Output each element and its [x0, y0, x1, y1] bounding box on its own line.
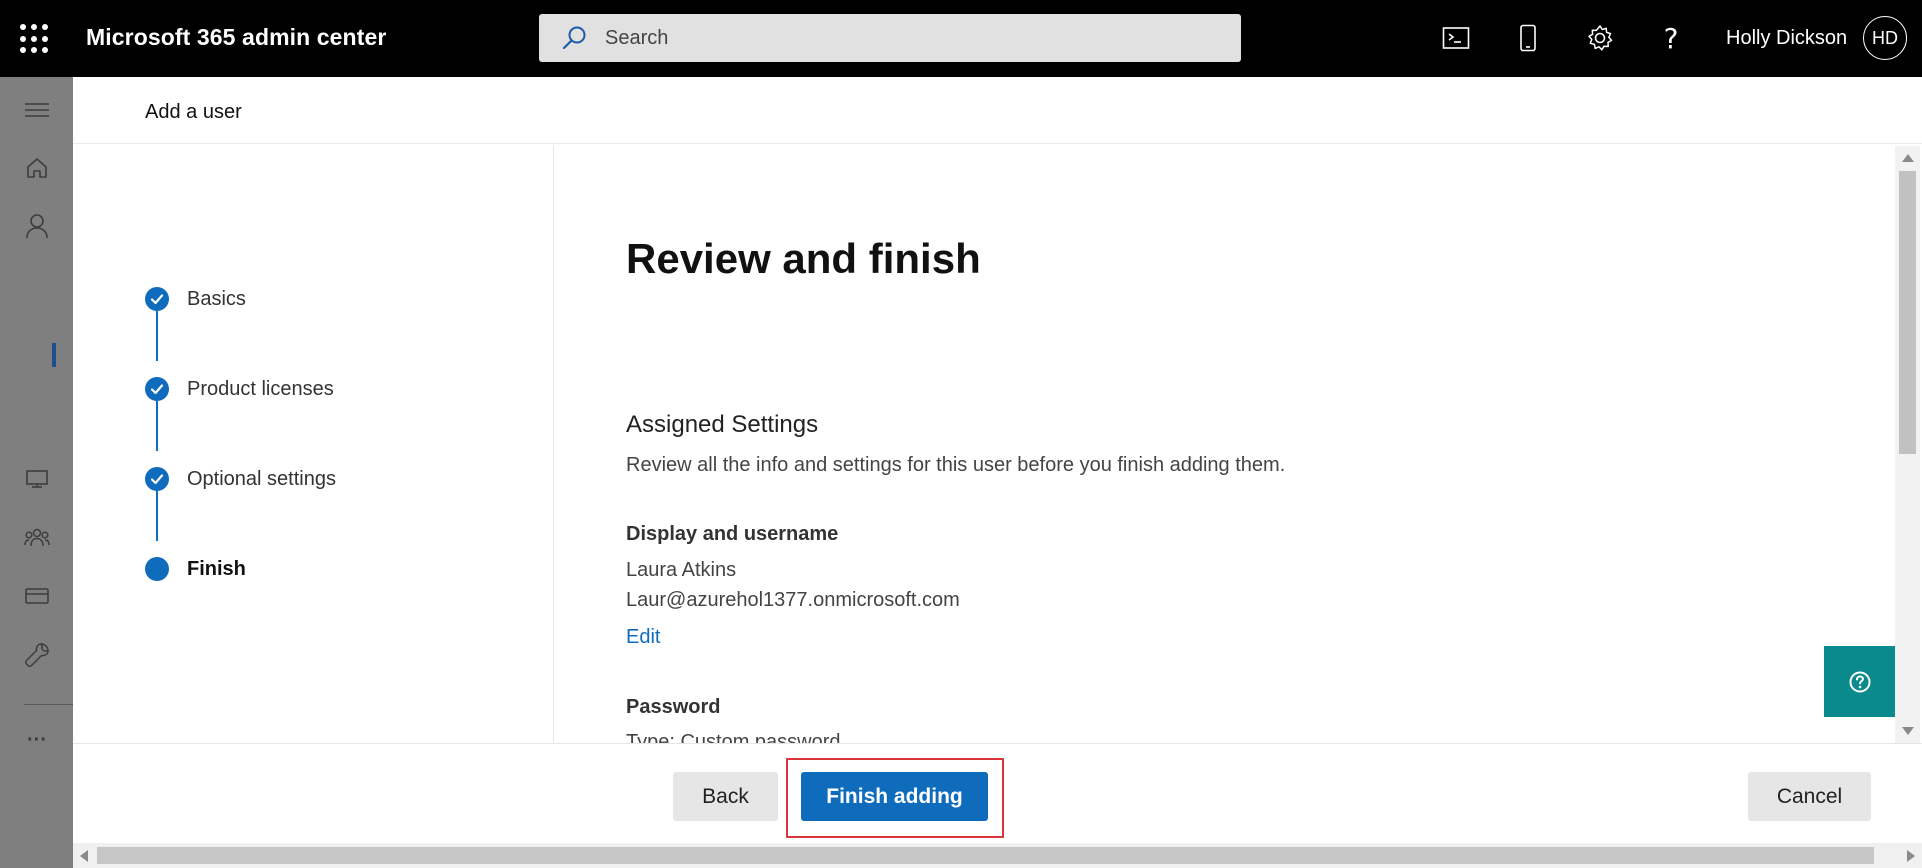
scrollbar-thumb[interactable] — [1899, 171, 1916, 454]
app-title[interactable]: Microsoft 365 admin center — [86, 24, 386, 51]
user-name[interactable]: Holly Dickson — [1726, 27, 1847, 50]
group-icon[interactable] — [23, 523, 51, 551]
edit-link[interactable]: Edit — [626, 626, 660, 649]
step-label: Product licenses — [187, 378, 334, 400]
step-label: Finish — [187, 558, 246, 580]
checkmark-icon — [145, 377, 169, 401]
panel-footer: Back Finish adding Cancel — [73, 743, 1922, 843]
scroll-up-icon[interactable] — [1902, 154, 1914, 162]
active-nav-indicator — [52, 343, 56, 367]
horizontal-scrollbar[interactable] — [73, 843, 1922, 868]
review-content: Review and finish Assigned Settings Revi… — [626, 145, 1922, 745]
step-connector — [156, 491, 158, 541]
username-value: Laur@azurehol1377.onmicrosoft.com — [626, 589, 960, 611]
panel-divider — [553, 145, 554, 745]
rail-divider — [24, 704, 73, 705]
billing-icon[interactable] — [23, 582, 51, 610]
help-icon[interactable]: ? — [1655, 22, 1687, 55]
desktop-icon[interactable] — [23, 465, 51, 493]
scroll-down-icon[interactable] — [1902, 727, 1914, 735]
step-connector — [156, 401, 158, 451]
avatar[interactable]: HD — [1863, 16, 1907, 60]
person-icon[interactable] — [23, 212, 51, 240]
add-user-panel: Add a user Basics Product licenses Optio… — [73, 77, 1922, 868]
scroll-left-icon[interactable] — [80, 850, 88, 862]
finish-adding-button[interactable]: Finish adding — [801, 772, 988, 821]
cancel-button[interactable]: Cancel — [1748, 772, 1871, 821]
wrench-icon[interactable] — [23, 641, 51, 669]
checkmark-icon — [145, 467, 169, 491]
search-input[interactable] — [605, 14, 1225, 62]
back-button[interactable]: Back — [673, 772, 778, 821]
gear-icon[interactable] — [1584, 22, 1616, 54]
password-heading: Password — [626, 696, 721, 718]
panel-title: Add a user — [145, 101, 242, 123]
search-icon — [562, 26, 586, 50]
step-label: Basics — [187, 288, 246, 310]
top-bar: Microsoft 365 admin center ? Holly Dicks… — [0, 0, 1922, 77]
page-title: Review and finish — [626, 235, 981, 282]
mobile-icon[interactable] — [1512, 22, 1544, 54]
current-step-dot — [145, 557, 169, 581]
left-nav-rail: ··· — [0, 77, 73, 868]
menu-icon[interactable] — [23, 96, 51, 124]
home-icon[interactable] — [23, 154, 51, 182]
help-circle-icon — [1849, 671, 1870, 692]
checkmark-icon — [145, 287, 169, 311]
help-button[interactable] — [1824, 646, 1895, 717]
terminal-icon[interactable] — [1440, 22, 1472, 54]
search-box[interactable] — [539, 14, 1241, 62]
vertical-scrollbar[interactable] — [1895, 146, 1920, 743]
scroll-right-icon[interactable] — [1907, 850, 1915, 862]
step-connector — [156, 311, 158, 361]
step-label: Optional settings — [187, 468, 336, 490]
section-description: Review all the info and settings for thi… — [626, 454, 1286, 476]
section-title: Assigned Settings — [626, 411, 819, 438]
display-username-heading: Display and username — [626, 523, 839, 545]
waffle-icon[interactable] — [20, 24, 50, 54]
scrollbar-thumb[interactable] — [97, 847, 1874, 864]
panel-header: Add a user — [73, 77, 1922, 144]
display-name-value: Laura Atkins — [626, 559, 737, 581]
more-icon[interactable]: ··· — [23, 726, 51, 754]
